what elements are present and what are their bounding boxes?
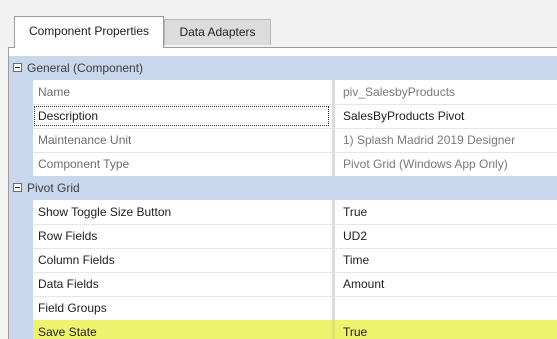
property-name-label: Column Fields [38, 253, 115, 267]
property-name-label: Description [34, 106, 329, 126]
row-gutter [9, 296, 33, 320]
row-gutter [9, 200, 33, 224]
property-grid-panel: General (Component) Name piv_SalesbyProd… [8, 47, 557, 339]
collapse-toggle-icon[interactable] [13, 183, 22, 192]
category-label: General (Component) [27, 61, 144, 75]
tab-component-properties[interactable]: Component Properties [14, 16, 164, 48]
property-value-column-fields[interactable]: Time [335, 253, 369, 267]
row-gutter [9, 224, 33, 248]
property-row-data-fields[interactable]: Data Fields Amount [9, 272, 557, 297]
property-value-row-fields[interactable]: UD2 [335, 229, 367, 243]
tab-strip: Component Properties Data Adapters [0, 0, 557, 48]
property-value-component-type[interactable]: Pivot Grid (Windows App Only) [335, 157, 508, 171]
property-grid: General (Component) Name piv_SalesbyProd… [9, 56, 557, 339]
category-pivot-grid[interactable]: Pivot Grid [9, 176, 557, 200]
category-label: Pivot Grid [27, 181, 80, 195]
property-row-field-groups[interactable]: Field Groups [9, 296, 557, 321]
property-value-data-fields[interactable]: Amount [335, 277, 384, 291]
property-value-show-toggle-size-button[interactable]: True [335, 205, 367, 219]
row-gutter [9, 104, 33, 128]
collapse-toggle-icon[interactable] [13, 63, 22, 72]
property-value-name[interactable]: piv_SalesbyProducts [335, 85, 455, 99]
property-name-label: Component Type [38, 157, 130, 171]
property-row-maintenance-unit[interactable]: Maintenance Unit 1) Splash Madrid 2019 D… [9, 128, 557, 153]
tab-data-adapters[interactable]: Data Adapters [164, 19, 271, 45]
property-value-save-state[interactable]: True [335, 325, 367, 339]
row-gutter [9, 320, 33, 339]
property-row-component-type[interactable]: Component Type Pivot Grid (Windows App O… [9, 152, 557, 177]
property-name-label: Name [38, 85, 71, 99]
property-row-row-fields[interactable]: Row Fields UD2 [9, 224, 557, 249]
property-name-label: Save State [38, 325, 97, 339]
row-gutter [9, 272, 33, 296]
property-row-description[interactable]: Description SalesByProducts Pivot [9, 104, 557, 129]
property-name-label: Row Fields [38, 229, 98, 243]
property-row-name[interactable]: Name piv_SalesbyProducts [9, 80, 557, 105]
property-row-column-fields[interactable]: Column Fields Time [9, 248, 557, 273]
property-name-label: Data Fields [38, 277, 99, 291]
property-row-save-state[interactable]: Save State True [9, 320, 557, 339]
property-name-label: Maintenance Unit [38, 133, 132, 147]
category-general-component[interactable]: General (Component) [9, 56, 557, 80]
property-row-show-toggle-size-button[interactable]: Show Toggle Size Button True [9, 200, 557, 225]
property-value-maintenance-unit[interactable]: 1) Splash Madrid 2019 Designer [335, 133, 515, 147]
row-gutter [9, 128, 33, 152]
row-gutter [9, 80, 33, 104]
property-value-field-groups[interactable] [335, 301, 343, 315]
property-name-label: Field Groups [38, 301, 107, 315]
row-gutter [9, 152, 33, 176]
property-value-description[interactable]: SalesByProducts Pivot [335, 109, 464, 123]
property-name-label: Show Toggle Size Button [38, 205, 172, 219]
row-gutter [9, 248, 33, 272]
properties-window: Component Properties Data Adapters Gener… [0, 0, 557, 339]
